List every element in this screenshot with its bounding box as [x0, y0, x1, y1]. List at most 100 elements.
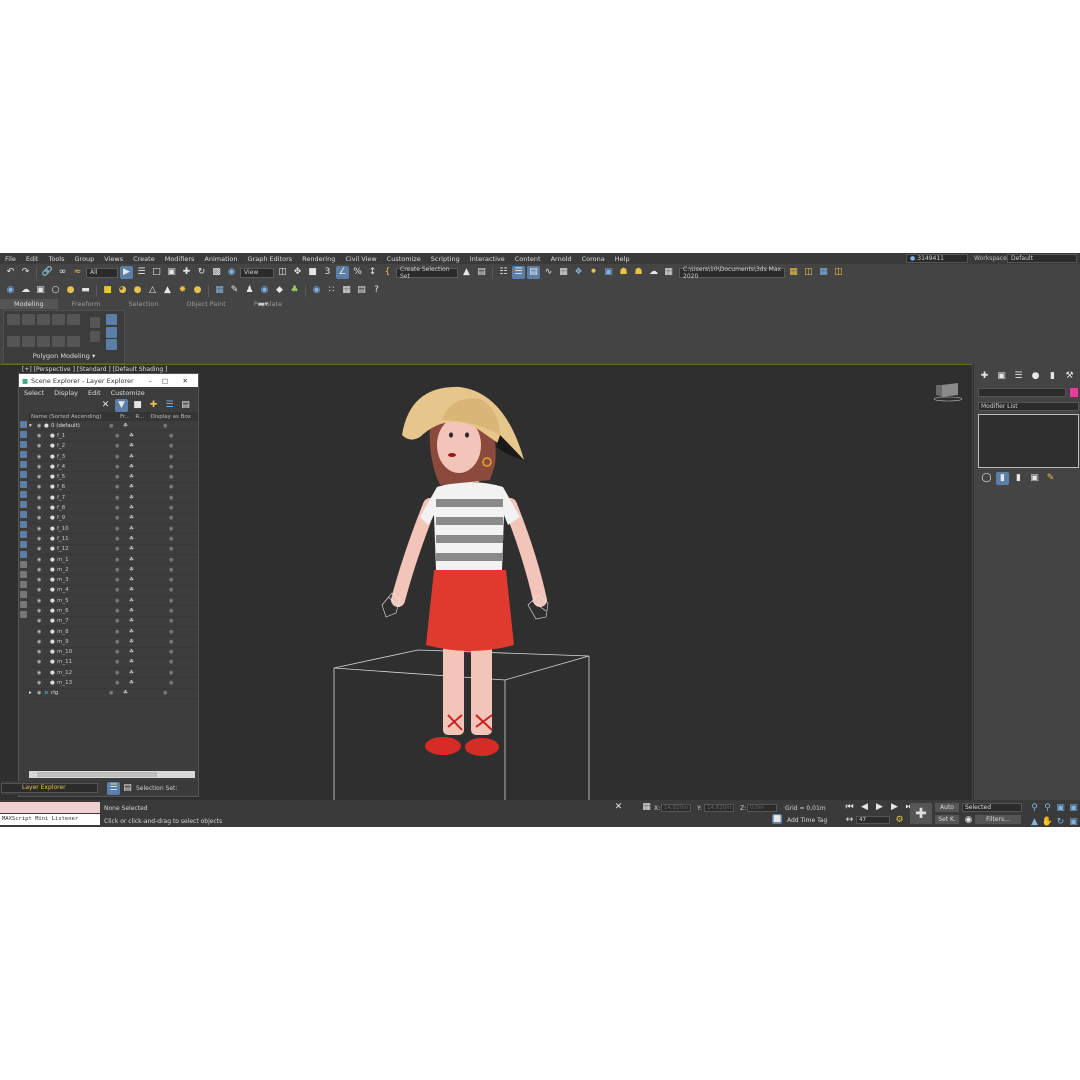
- menu-content[interactable]: Content: [510, 255, 546, 263]
- layer-row[interactable]: ◉ ● m_2 ● ☘ ●: [29, 565, 198, 576]
- explorer-filter-icon[interactable]: [20, 481, 27, 488]
- render-teapot-icon[interactable]: ☘: [129, 670, 169, 676]
- layer-row[interactable]: ◉ ● f_8 ● ☘ ●: [29, 503, 198, 514]
- render-teapot-icon[interactable]: ☘: [129, 557, 169, 563]
- freeze-icon[interactable]: ●: [115, 587, 129, 593]
- cone-icon[interactable]: ▲: [161, 284, 174, 297]
- display-as-box-icon[interactable]: ●: [169, 608, 173, 614]
- visibility-eye-icon[interactable]: ◉: [37, 690, 44, 696]
- render-teapot-icon[interactable]: ☘: [129, 567, 169, 573]
- explorer-menu-display[interactable]: Display: [49, 389, 83, 397]
- menu-corona[interactable]: Corona: [577, 255, 610, 263]
- explorer-filter-icon[interactable]: [20, 571, 27, 578]
- help-icon[interactable]: ?: [370, 284, 383, 297]
- material-editor-icon[interactable]: ❖: [572, 266, 585, 279]
- visibility-eye-icon[interactable]: ◉: [37, 567, 44, 573]
- show-end-result-icon[interactable]: ▮: [996, 472, 1009, 485]
- keyboard-shortcut-icon[interactable]: ■: [306, 266, 319, 279]
- display-tab-icon[interactable]: ▮: [1046, 370, 1059, 383]
- render-iterative-icon[interactable]: ☗: [632, 266, 645, 279]
- menu-file[interactable]: File: [0, 255, 21, 263]
- display-as-box-icon[interactable]: ●: [163, 690, 167, 696]
- ribbon-tool-button[interactable]: [37, 336, 50, 347]
- rendered-frame-window-icon[interactable]: ▣: [602, 266, 615, 279]
- selection-filter-dropdown[interactable]: All: [86, 267, 118, 278]
- visibility-eye-icon[interactable]: ◉: [37, 464, 44, 470]
- scale-icon[interactable]: ▩: [210, 266, 223, 279]
- modifier-list-dropdown[interactable]: Modifier List: [978, 402, 1079, 411]
- ribbon-tool-button[interactable]: [67, 336, 80, 347]
- pin-stack-icon[interactable]: ◯: [980, 472, 993, 485]
- ribbon-tool-button[interactable]: [7, 314, 20, 325]
- render-teapot-icon[interactable]: ☘: [129, 577, 169, 583]
- freeze-icon[interactable]: ●: [115, 567, 129, 573]
- layer-row[interactable]: ◉ ● f_9 ● ☘ ●: [29, 514, 198, 524]
- layer-row[interactable]: ◉ ● f_2 ● ☘ ●: [29, 442, 198, 452]
- render-teapot-icon[interactable]: ☘: [129, 639, 169, 645]
- explorer-filter-icon[interactable]: [20, 511, 27, 518]
- display-as-box-icon[interactable]: ●: [169, 515, 173, 521]
- ribbon-tool-button[interactable]: [52, 336, 65, 347]
- ribbon-tool-button[interactable]: [106, 314, 117, 325]
- visibility-eye-icon[interactable]: ◉: [37, 577, 44, 583]
- freeze-icon[interactable]: ●: [109, 690, 123, 696]
- expand-arrow-icon[interactable]: ▾: [29, 423, 37, 429]
- select-object-icon[interactable]: ▶: [120, 266, 133, 279]
- menu-customize[interactable]: Customize: [382, 255, 426, 263]
- render-teapot-icon[interactable]: ☘: [129, 484, 169, 490]
- visibility-eye-icon[interactable]: ◉: [37, 505, 44, 511]
- motion-tab-icon[interactable]: ●: [1029, 370, 1042, 383]
- ribbon-tool-button[interactable]: [106, 339, 117, 350]
- visibility-eye-icon[interactable]: ◉: [37, 454, 44, 460]
- display-as-box-icon[interactable]: ●: [169, 546, 173, 552]
- ribbon-tab-selection[interactable]: Selection: [115, 299, 173, 309]
- visibility-eye-icon[interactable]: ◉: [37, 587, 44, 593]
- display-as-box-icon[interactable]: ●: [169, 567, 173, 573]
- absolute-mode-icon[interactable]: ▦: [640, 801, 653, 814]
- new-layer-icon[interactable]: ✚: [147, 399, 160, 412]
- layer-row[interactable]: ◉ ● m_1 ● ☘ ●: [29, 555, 198, 566]
- visibility-eye-icon[interactable]: ◉: [37, 557, 44, 563]
- ribbon-tool-button[interactable]: [7, 336, 20, 347]
- menu-graph-editors[interactable]: Graph Editors: [243, 255, 298, 263]
- visibility-eye-icon[interactable]: ◉: [37, 536, 44, 542]
- render-teapot-icon[interactable]: ☘: [129, 598, 169, 604]
- layer-row[interactable]: ◉ ● f_3 ● ☘ ●: [29, 452, 198, 463]
- visibility-eye-icon[interactable]: ◉: [37, 526, 44, 532]
- ribbon-tool-button[interactable]: [52, 314, 65, 325]
- manage-layers-icon[interactable]: ☰: [107, 782, 120, 795]
- explorer-filter-icon[interactable]: [20, 421, 27, 428]
- menu-tools[interactable]: Tools: [43, 255, 69, 263]
- visibility-eye-icon[interactable]: ◉: [37, 443, 44, 449]
- explorer-filter-icon[interactable]: [20, 611, 27, 618]
- menu-views[interactable]: Views: [99, 255, 128, 263]
- menu-scripting[interactable]: Scripting: [426, 255, 465, 263]
- render-region-icon[interactable]: ▣: [34, 284, 47, 297]
- explorer-filter-icon[interactable]: [20, 551, 27, 558]
- unlink-icon[interactable]: ∞: [56, 266, 69, 279]
- window-crossing-icon[interactable]: ▣: [165, 266, 178, 279]
- globe-icon[interactable]: ◉: [258, 284, 271, 297]
- visibility-eye-icon[interactable]: ◉: [37, 629, 44, 635]
- plant-icon[interactable]: ♣: [288, 284, 301, 297]
- ribbon-tool-button[interactable]: [106, 327, 117, 338]
- layer-row[interactable]: ◉ ● f_1 ● ☘ ●: [29, 431, 198, 442]
- render-teapot-icon[interactable]: ☘: [129, 495, 169, 501]
- key-set-dropdown[interactable]: Selected: [962, 803, 1022, 812]
- minimize-icon[interactable]: –: [149, 377, 152, 385]
- display-as-box-icon[interactable]: ●: [169, 659, 173, 665]
- layer-row[interactable]: ◉ ● f_5 ● ☘ ●: [29, 472, 198, 483]
- freeze-icon[interactable]: ●: [115, 526, 129, 532]
- key-mode-icon[interactable]: ↔: [843, 814, 856, 827]
- modify-tab-icon[interactable]: ▣: [995, 370, 1008, 383]
- time-tag-icon[interactable]: ■: [772, 814, 782, 824]
- render-teapot-icon[interactable]: ☘: [129, 587, 169, 593]
- render-teapot-icon[interactable]: ☘: [129, 680, 169, 686]
- ribbon-tool-button[interactable]: [22, 336, 35, 347]
- bulb-icon[interactable]: ●: [64, 284, 77, 297]
- menu-group[interactable]: Group: [70, 255, 100, 263]
- render-in-cloud-icon[interactable]: ☁: [647, 266, 660, 279]
- freeze-icon[interactable]: ●: [115, 659, 129, 665]
- diamond-icon[interactable]: ◆: [273, 284, 286, 297]
- cloud-icon[interactable]: ☁: [19, 284, 32, 297]
